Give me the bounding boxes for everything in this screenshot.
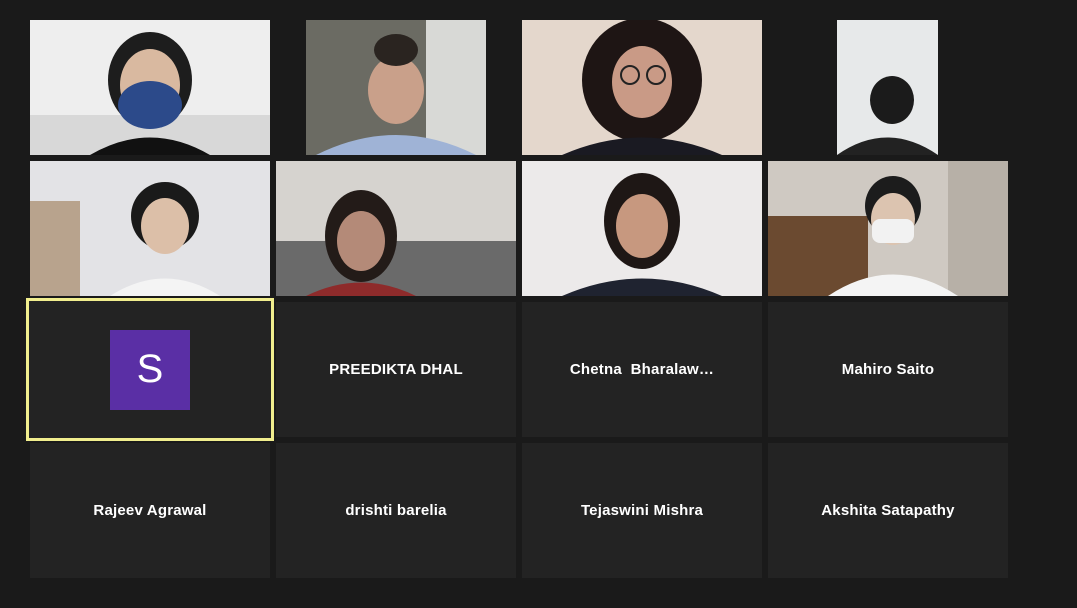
video-feed [837, 20, 938, 155]
participant-name: PREEDIKTA DHAL [329, 361, 463, 378]
video-feed [30, 20, 270, 155]
video-tile-4[interactable] [837, 20, 938, 155]
participant-name: Rajeev Agrawal [93, 502, 207, 519]
video-feed [30, 161, 270, 296]
participant-name: Akshita Satapathy [821, 502, 955, 519]
participant-name: Mahiro Saito [841, 361, 935, 378]
video-feed [522, 20, 762, 155]
video-feed [306, 20, 486, 155]
name-tile[interactable]: Tejaswini Mishra [522, 443, 762, 578]
name-tile[interactable]: Chetna Bharalaw… [522, 302, 762, 437]
video-tile-6[interactable] [276, 161, 516, 296]
video-feed [522, 161, 762, 296]
video-tile-2[interactable] [306, 20, 486, 155]
video-tile-1[interactable] [30, 20, 270, 155]
avatar: S [110, 329, 190, 410]
participant-name: Tejaswini Mishra [580, 502, 704, 519]
participant-name: Chetna Bharalaw… [569, 361, 715, 378]
name-tile[interactable]: Rajeev Agrawal [30, 443, 270, 578]
participant-name: drishti barelia [345, 502, 447, 519]
video-tile-5[interactable] [30, 161, 270, 296]
name-tile[interactable]: PREEDIKTA DHAL [276, 302, 516, 437]
video-tile-8[interactable] [768, 161, 1008, 296]
name-tile[interactable]: Mahiro Saito [768, 302, 1008, 437]
name-tile[interactable]: drishti barelia [276, 443, 516, 578]
active-speaker-tile[interactable]: S [26, 298, 274, 441]
video-tile-7[interactable] [522, 161, 762, 296]
video-feed [276, 161, 516, 296]
video-feed [768, 161, 1008, 296]
name-tile[interactable]: Akshita Satapathy [768, 443, 1008, 578]
video-tile-3[interactable] [522, 20, 762, 155]
